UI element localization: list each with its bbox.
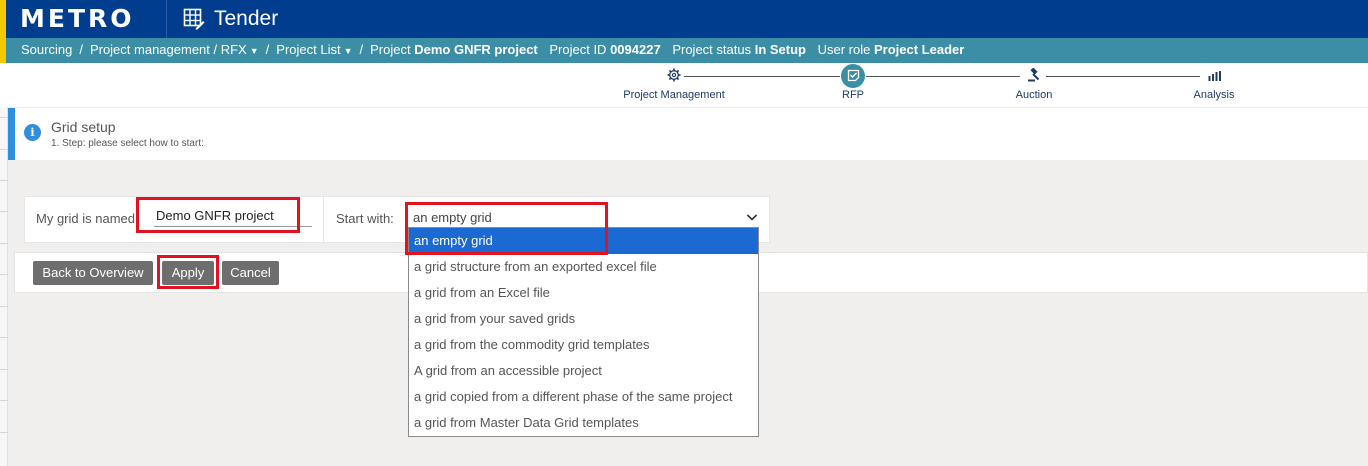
grid-edit-icon — [183, 8, 205, 30]
project-label: Project — [370, 42, 411, 57]
user-role: Project Leader — [874, 42, 965, 57]
option-master-data-templates[interactable]: a grid from Master Data Grid templates — [409, 410, 758, 436]
step-label: Project Management — [623, 89, 725, 101]
bar-chart-icon — [1208, 71, 1221, 81]
option-excel-file[interactable]: a grid from an Excel file — [409, 280, 758, 306]
left-rail — [0, 63, 8, 466]
caret-down-icon: ▼ — [343, 46, 353, 56]
stepper-connector — [684, 76, 840, 77]
gear-icon — [667, 68, 681, 82]
project-name: Demo GNFR project — [414, 42, 538, 57]
grid-name-label: My grid is named: — [36, 211, 139, 226]
option-commodity-templates[interactable]: a grid from the commodity grid templates — [409, 332, 758, 358]
apply-button[interactable]: Apply — [162, 261, 214, 285]
app-title: Tender — [214, 7, 279, 30]
breadcrumb-project-management[interactable]: Project management / RFX ▼ — [90, 42, 259, 57]
grid-setup-panel: i Grid setup 1. Step: please select how … — [8, 108, 1368, 160]
chevron-down-icon — [746, 214, 758, 221]
option-saved-grids[interactable]: a grid from your saved grids — [409, 306, 758, 332]
select-value: an empty grid — [413, 210, 492, 225]
metro-logo[interactable]: METRO — [20, 4, 135, 34]
project-status-label: Project status — [672, 42, 752, 57]
step-label: Auction — [1015, 89, 1053, 101]
stepper-connector — [866, 76, 1020, 77]
option-different-phase[interactable]: a grid copied from a different phase of … — [409, 384, 758, 410]
info-icon: i — [24, 124, 41, 141]
gavel-icon — [1028, 68, 1040, 82]
brand-strip — [0, 0, 6, 38]
document-check-icon — [847, 69, 860, 82]
start-with-options: an empty grid a grid structure from an e… — [408, 227, 759, 437]
start-with-label: Start with: — [336, 211, 394, 226]
breadcrumb: Sourcing / Project management / RFX ▼ / Proje… — [21, 42, 965, 57]
option-accessible-project[interactable]: A grid from an accessible project — [409, 358, 758, 384]
breadcrumb-project-list[interactable]: Project List ▼ — [276, 42, 352, 57]
breadcrumb-sourcing[interactable]: Sourcing — [21, 42, 72, 57]
header-divider — [166, 0, 167, 38]
project-id-label: Project ID — [549, 42, 607, 57]
user-role-label: User role — [817, 42, 871, 57]
option-exported-excel-structure[interactable]: a grid structure from an exported excel … — [409, 254, 758, 280]
process-stepper: Project Management RFP Auction Analysis — [0, 63, 1368, 107]
project-status: In Setup — [754, 42, 806, 57]
panel-subtitle: 1. Step: please select how to start: — [51, 138, 204, 149]
back-to-overview-button[interactable]: Back to Overview — [33, 261, 153, 285]
step-label: Analysis — [1193, 89, 1235, 101]
grid-name-input[interactable] — [154, 205, 312, 227]
stepper-connector — [1046, 76, 1200, 77]
project-id: 0094227 — [610, 42, 661, 57]
app-header: METRO Tender — [0, 0, 1368, 38]
step-label: RFP — [842, 89, 864, 101]
option-empty-grid[interactable]: an empty grid — [409, 228, 758, 254]
breadcrumb-bar: Sourcing / Project management / RFX ▼ / Proje… — [0, 38, 1368, 63]
panel-title: Grid setup — [51, 119, 116, 135]
form-divider — [323, 197, 324, 242]
cancel-button[interactable]: Cancel — [222, 261, 279, 285]
caret-down-icon: ▼ — [249, 46, 259, 56]
